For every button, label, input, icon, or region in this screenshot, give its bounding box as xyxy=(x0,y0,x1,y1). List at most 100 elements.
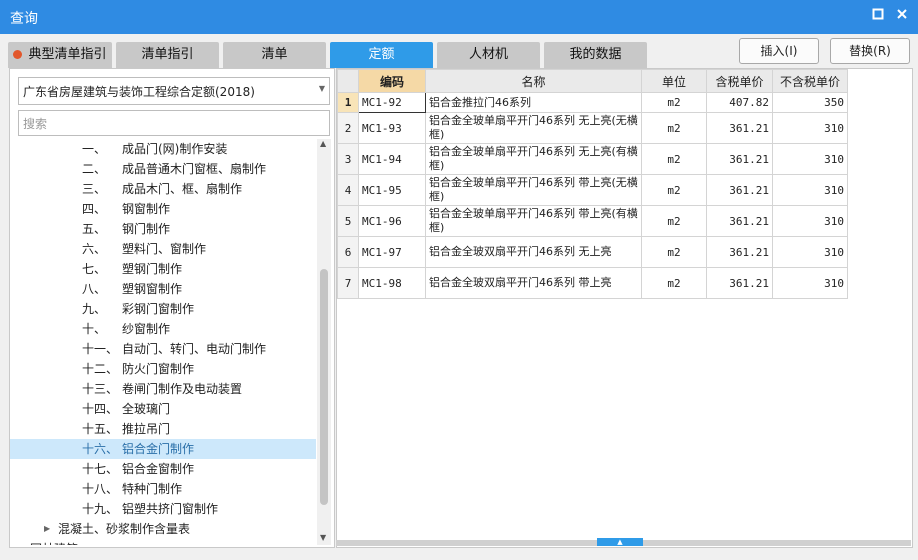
column-header-tax-price[interactable]: 含税单价 xyxy=(706,69,773,93)
tree-item-label: 彩钢门窗制作 xyxy=(122,302,195,316)
tab-list-guide[interactable]: 清单指引 xyxy=(116,42,219,68)
cell-name[interactable]: 铝合金全玻双扇平开门46系列 带上亮 xyxy=(425,267,642,299)
cell-notax-price[interactable]: 310 xyxy=(772,174,848,206)
tab-list[interactable]: 清单 xyxy=(223,42,326,68)
tab-typical-list-guide[interactable]: 典型清单指引 xyxy=(8,42,112,68)
cell-tax-price[interactable]: 361.21 xyxy=(706,267,773,299)
tree-item[interactable]: 五、 钢门制作 xyxy=(10,219,316,239)
tree-item[interactable]: 四、 钢窗制作 xyxy=(10,199,316,219)
table-row[interactable]: 5 MC1-96 铝合金全玻单扇平开门46系列 带上亮(有横框) m2 361.21 31… xyxy=(337,205,848,237)
chevron-down-icon[interactable]: ▼ xyxy=(319,84,325,93)
search-input[interactable]: 搜索 xyxy=(18,110,330,136)
quota-book-select[interactable]: 广东省房屋建筑与装饰工程综合定额(2018) ▼ xyxy=(18,77,330,105)
cell-tax-price[interactable]: 407.82 xyxy=(706,92,773,113)
tree-group-garden[interactable]: 园林建筑 xyxy=(10,539,316,545)
table-row[interactable]: 1 MC1-92 铝合金推拉门46系列 m2 407.82 350 xyxy=(337,92,848,113)
cell-notax-price[interactable]: 310 xyxy=(772,143,848,175)
tab-quota[interactable]: 定额 xyxy=(330,42,433,68)
table-row[interactable]: 4 MC1-95 铝合金全玻单扇平开门46系列 带上亮(无横框) m2 361.21 31… xyxy=(337,174,848,206)
cell-tax-price[interactable]: 361.21 xyxy=(706,205,773,237)
tree-item-number: 十、 xyxy=(82,322,107,336)
column-header-code[interactable]: 编码 xyxy=(358,69,426,93)
table-row[interactable]: 7 MC1-98 铝合金全玻双扇平开门46系列 带上亮 m2 361.21 310 xyxy=(337,267,848,299)
tree-scrollbar[interactable]: ▲ ▼ xyxy=(317,139,331,545)
tree-item[interactable]: 一、 成品门(网)制作安装 xyxy=(10,139,316,159)
tree-item-number: 十七、 xyxy=(82,462,119,476)
cell-notax-price[interactable]: 310 xyxy=(772,205,848,237)
tab-materials[interactable]: 人材机 xyxy=(437,42,540,68)
row-number[interactable]: 4 xyxy=(337,174,359,206)
cell-code[interactable]: MC1-96 xyxy=(358,205,426,237)
cell-unit[interactable]: m2 xyxy=(641,112,707,144)
cell-name[interactable]: 铝合金全玻单扇平开门46系列 带上亮(无横框) xyxy=(425,174,642,206)
row-number[interactable]: 2 xyxy=(337,112,359,144)
cell-notax-price[interactable]: 310 xyxy=(772,112,848,144)
table-row[interactable]: 6 MC1-97 铝合金全玻双扇平开门46系列 无上亮 m2 361.21 310 xyxy=(337,236,848,268)
tree-item[interactable]: 八、 塑钢窗制作 xyxy=(10,279,316,299)
close-icon[interactable] xyxy=(892,6,912,26)
tree-item[interactable]: 十一、 自动门、转门、电动门制作 xyxy=(10,339,316,359)
scroll-down-icon[interactable]: ▼ xyxy=(320,533,326,542)
tree-item[interactable]: 九、 彩钢门窗制作 xyxy=(10,299,316,319)
cell-code[interactable]: MC1-93 xyxy=(358,112,426,144)
tree-item[interactable]: 七、 塑钢门制作 xyxy=(10,259,316,279)
tree-item[interactable]: 十二、 防火门窗制作 xyxy=(10,359,316,379)
cell-notax-price[interactable]: 310 xyxy=(772,236,848,268)
column-header-notax-price[interactable]: 不含税单价 xyxy=(772,69,848,93)
row-number[interactable]: 7 xyxy=(337,267,359,299)
splitter-grip-icon[interactable]: ▲ xyxy=(597,538,643,546)
cell-tax-price[interactable]: 361.21 xyxy=(706,236,773,268)
cell-unit[interactable]: m2 xyxy=(641,174,707,206)
replace-button[interactable]: 替换(R) xyxy=(830,38,910,64)
cell-name[interactable]: 铝合金全玻单扇平开门46系列 无上亮(有横框) xyxy=(425,143,642,175)
cell-tax-price[interactable]: 361.21 xyxy=(706,143,773,175)
cell-unit[interactable]: m2 xyxy=(641,92,707,113)
row-number[interactable]: 6 xyxy=(337,236,359,268)
cell-unit[interactable]: m2 xyxy=(641,267,707,299)
tree-item[interactable]: 十三、 卷闸门制作及电动装置 xyxy=(10,379,316,399)
tree-item[interactable]: 三、 成品木门、框、扇制作 xyxy=(10,179,316,199)
cell-code[interactable]: MC1-94 xyxy=(358,143,426,175)
tree-item[interactable]: 十、 纱窗制作 xyxy=(10,319,316,339)
cell-unit[interactable]: m2 xyxy=(641,143,707,175)
tree-item-label: 自动门、转门、电动门制作 xyxy=(122,342,267,356)
cell-name[interactable]: 铝合金全玻单扇平开门46系列 无上亮(无横框) xyxy=(425,112,642,144)
tree-item[interactable]: 十六、 铝合金门制作 xyxy=(10,439,316,459)
tree-item[interactable]: 十五、 推拉吊门 xyxy=(10,419,316,439)
column-header-unit[interactable]: 单位 xyxy=(641,69,707,93)
column-header-name[interactable]: 名称 xyxy=(425,69,642,93)
cell-name[interactable]: 铝合金全玻双扇平开门46系列 无上亮 xyxy=(425,236,642,268)
tree-item[interactable]: 十八、 特种门制作 xyxy=(10,479,316,499)
cell-name[interactable]: 铝合金全玻单扇平开门46系列 带上亮(有横框) xyxy=(425,205,642,237)
cell-notax-price[interactable]: 350 xyxy=(772,92,848,113)
cell-code[interactable]: MC1-97 xyxy=(358,236,426,268)
tree-item-label: 全玻璃门 xyxy=(122,402,171,416)
insert-button[interactable]: 插入(I) xyxy=(739,38,819,64)
cell-unit[interactable]: m2 xyxy=(641,236,707,268)
scroll-up-icon[interactable]: ▲ xyxy=(320,139,326,148)
table-row[interactable]: 2 MC1-93 铝合金全玻单扇平开门46系列 无上亮(无横框) m2 361.21 31… xyxy=(337,112,848,144)
maximize-icon[interactable] xyxy=(868,6,888,26)
tree-item[interactable]: 六、 塑料门、窗制作 xyxy=(10,239,316,259)
cell-code[interactable]: MC1-92 xyxy=(358,92,426,113)
cell-tax-price[interactable]: 361.21 xyxy=(706,174,773,206)
cell-notax-price[interactable]: 310 xyxy=(772,267,848,299)
cell-unit[interactable]: m2 xyxy=(641,205,707,237)
expand-icon[interactable]: ▶ xyxy=(44,519,50,539)
row-number[interactable]: 3 xyxy=(337,143,359,175)
tree-item[interactable]: 十九、 铝塑共挤门窗制作 xyxy=(10,499,316,519)
cell-name[interactable]: 铝合金推拉门46系列 xyxy=(425,92,642,113)
tree-item[interactable]: 十四、 全玻璃门 xyxy=(10,399,316,419)
tree-item[interactable]: 十七、 铝合金窗制作 xyxy=(10,459,316,479)
row-number[interactable]: 1 xyxy=(337,92,359,113)
row-number[interactable]: 5 xyxy=(337,205,359,237)
tree-item[interactable]: 二、 成品普通木门窗框、扇制作 xyxy=(10,159,316,179)
scroll-thumb[interactable] xyxy=(320,269,328,505)
tree-group-concrete[interactable]: ▶ 混凝土、砂浆制作含量表 xyxy=(10,519,316,539)
cell-code[interactable]: MC1-95 xyxy=(358,174,426,206)
cell-tax-price[interactable]: 361.21 xyxy=(706,112,773,144)
tab-my-data[interactable]: 我的数据 xyxy=(544,42,647,68)
tree-item-label: 铝塑共挤门窗制作 xyxy=(122,502,219,516)
table-row[interactable]: 3 MC1-94 铝合金全玻单扇平开门46系列 无上亮(有横框) m2 361.21 31… xyxy=(337,143,848,175)
cell-code[interactable]: MC1-98 xyxy=(358,267,426,299)
